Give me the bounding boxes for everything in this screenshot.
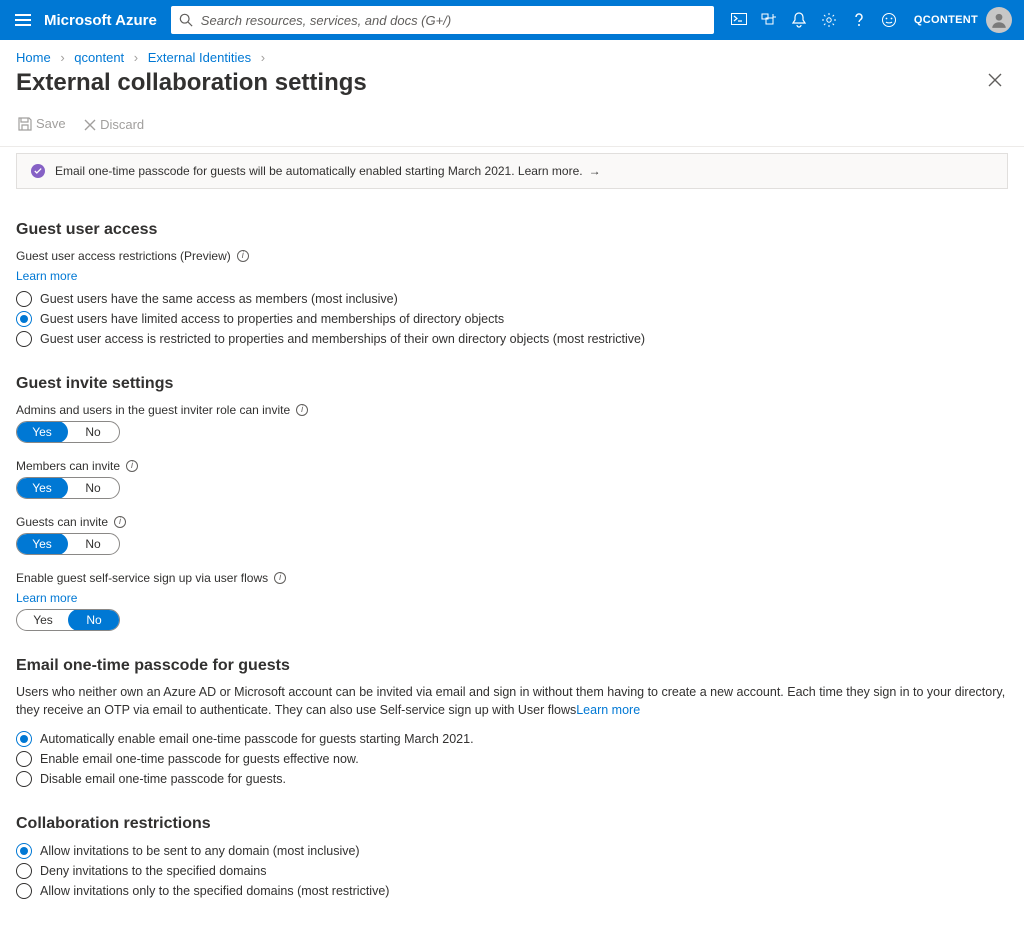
feedback-icon[interactable] bbox=[874, 0, 904, 40]
save-button[interactable]: Save bbox=[18, 116, 66, 131]
crumb-external-identities[interactable]: External Identities bbox=[148, 50, 251, 65]
chevron-right-icon: › bbox=[60, 50, 64, 65]
notifications-icon[interactable] bbox=[784, 0, 814, 40]
info-icon[interactable]: i bbox=[296, 404, 308, 416]
info-banner: Email one-time passcode for guests will … bbox=[16, 153, 1008, 189]
close-button[interactable] bbox=[982, 67, 1008, 98]
crumb-qcontent[interactable]: qcontent bbox=[74, 50, 124, 65]
guest-access-radio-group: Guest users have the same access as memb… bbox=[16, 289, 1008, 349]
collab-option-1[interactable]: Deny invitations to the specified domain… bbox=[16, 861, 1008, 881]
settings-icon[interactable] bbox=[814, 0, 844, 40]
otp-option-1[interactable]: Enable email one-time passcode for guest… bbox=[16, 749, 1008, 769]
guest-access-option-1[interactable]: Guest users have limited access to prope… bbox=[16, 309, 1008, 329]
collab-option-2[interactable]: Allow invitations only to the specified … bbox=[16, 881, 1008, 901]
toggle-yes[interactable]: Yes bbox=[16, 477, 68, 499]
discard-icon bbox=[84, 119, 96, 131]
selfservice-toggle[interactable]: Yes No bbox=[16, 609, 120, 631]
otp-option-2[interactable]: Disable email one-time passcode for gues… bbox=[16, 769, 1008, 789]
section-collab: Collaboration restrictions bbox=[16, 815, 1008, 833]
global-search[interactable] bbox=[171, 6, 714, 34]
discard-button[interactable]: Discard bbox=[84, 117, 144, 132]
page-title: External collaboration settings bbox=[16, 69, 982, 97]
chevron-right-icon: › bbox=[261, 50, 265, 65]
members-invite-toggle[interactable]: Yes No bbox=[16, 477, 120, 499]
toggle-no[interactable]: No bbox=[67, 422, 119, 442]
members-invite-label: Members can invite bbox=[16, 459, 120, 473]
banner-text: Email one-time passcode for guests will … bbox=[55, 164, 583, 178]
section-guest-access: Guest user access bbox=[16, 221, 1008, 239]
info-icon[interactable]: i bbox=[274, 572, 286, 584]
save-icon bbox=[18, 117, 32, 131]
toggle-no[interactable]: No bbox=[67, 534, 119, 554]
admins-invite-label: Admins and users in the guest inviter ro… bbox=[16, 403, 290, 417]
guest-access-option-0[interactable]: Guest users have the same access as memb… bbox=[16, 289, 1008, 309]
selfservice-label: Enable guest self-service sign up via us… bbox=[16, 571, 268, 585]
toggle-yes[interactable]: Yes bbox=[17, 610, 69, 630]
toggle-yes[interactable]: Yes bbox=[16, 533, 68, 555]
breadcrumb: Home › qcontent › External Identities › bbox=[0, 40, 1024, 67]
guest-access-learn-more[interactable]: Learn more bbox=[16, 269, 77, 283]
hamburger-menu[interactable] bbox=[8, 11, 38, 29]
section-invite: Guest invite settings bbox=[16, 375, 1008, 393]
close-icon bbox=[988, 73, 1002, 87]
guests-invite-label: Guests can invite bbox=[16, 515, 108, 529]
cloud-shell-icon[interactable] bbox=[724, 0, 754, 40]
toggle-yes[interactable]: Yes bbox=[16, 421, 68, 443]
search-icon bbox=[179, 13, 193, 27]
check-badge-icon bbox=[31, 164, 45, 178]
collab-radio-group: Allow invitations to be sent to any doma… bbox=[16, 841, 1008, 901]
directories-icon[interactable] bbox=[754, 0, 784, 40]
account-menu[interactable]: QCONTENT bbox=[904, 7, 1016, 33]
info-icon[interactable]: i bbox=[237, 250, 249, 262]
info-icon[interactable]: i bbox=[126, 460, 138, 472]
collab-option-0[interactable]: Allow invitations to be sent to any doma… bbox=[16, 841, 1008, 861]
info-icon[interactable]: i bbox=[114, 516, 126, 528]
guest-access-restrictions-label: Guest user access restrictions (Preview) bbox=[16, 249, 231, 263]
search-input[interactable] bbox=[199, 12, 706, 29]
otp-learn-more[interactable]: Learn more bbox=[576, 703, 640, 717]
toggle-no[interactable]: No bbox=[68, 609, 120, 631]
chevron-right-icon: › bbox=[134, 50, 138, 65]
account-name: QCONTENT bbox=[914, 14, 978, 26]
toggle-no[interactable]: No bbox=[67, 478, 119, 498]
section-otp: Email one-time passcode for guests bbox=[16, 657, 1008, 675]
otp-description: Users who neither own an Azure AD or Mic… bbox=[16, 683, 1008, 719]
brand-label: Microsoft Azure bbox=[38, 12, 171, 29]
selfservice-learn-more[interactable]: Learn more bbox=[16, 591, 77, 605]
avatar bbox=[986, 7, 1012, 33]
guests-invite-toggle[interactable]: Yes No bbox=[16, 533, 120, 555]
help-icon[interactable] bbox=[844, 0, 874, 40]
arrow-right-icon[interactable]: → bbox=[589, 164, 601, 178]
admins-invite-toggle[interactable]: Yes No bbox=[16, 421, 120, 443]
otp-radio-group: Automatically enable email one-time pass… bbox=[16, 729, 1008, 789]
guest-access-option-2[interactable]: Guest user access is restricted to prope… bbox=[16, 329, 1008, 349]
otp-option-0[interactable]: Automatically enable email one-time pass… bbox=[16, 729, 1008, 749]
crumb-home[interactable]: Home bbox=[16, 50, 51, 65]
